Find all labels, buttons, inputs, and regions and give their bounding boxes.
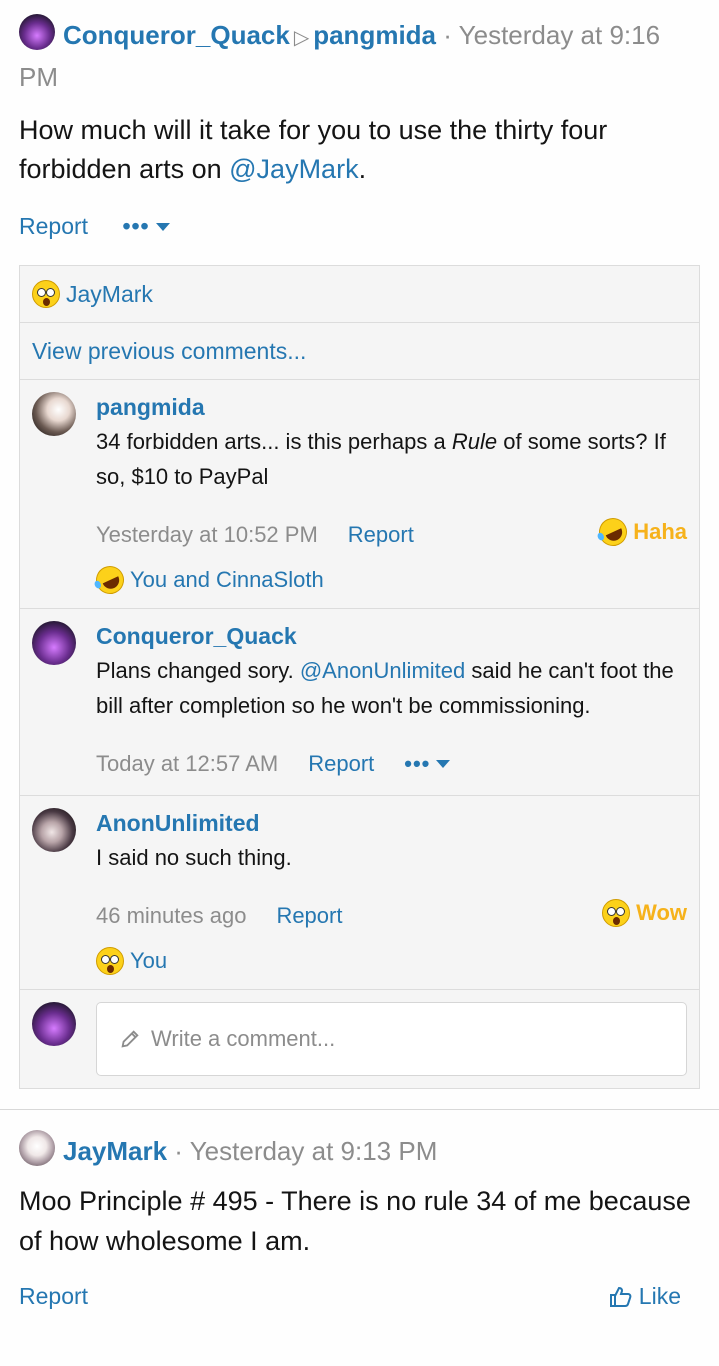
- avatar[interactable]: [32, 392, 76, 436]
- comment-footer: Today at 12:57 AM Report •••: [96, 747, 687, 781]
- more-dots-icon: •••: [122, 213, 150, 239]
- reacted-by-link[interactable]: You: [130, 948, 167, 974]
- post-body: Moo Principle # 495 - There is no rule 3…: [19, 1186, 691, 1256]
- pencil-icon: [121, 1030, 139, 1048]
- comment-text: 34 forbidden arts... is this perhaps a R…: [96, 424, 687, 494]
- more-dots-icon: •••: [404, 751, 431, 776]
- post-conqueror-quack: Conqueror_Quack ▷ pangmida · Yesterday at …: [0, 0, 719, 249]
- post-actions: Report •••: [19, 213, 700, 249]
- wow-reaction-button[interactable]: Wow: [602, 899, 687, 927]
- avatar[interactable]: [19, 14, 55, 50]
- post-body-suffix: .: [358, 154, 367, 184]
- haha-emoji-icon: [594, 513, 632, 551]
- comment-text-part: Plans changed sory.: [96, 658, 300, 683]
- report-link[interactable]: Report: [19, 1283, 88, 1309]
- write-comment-placeholder: Write a comment...: [151, 1026, 336, 1051]
- comment-text-emphasis: Rule: [451, 429, 498, 454]
- post-recipient-link[interactable]: pangmida: [313, 20, 436, 50]
- report-link[interactable]: Report: [348, 522, 414, 548]
- post-header: JayMark · Yesterday at 9:13 PM: [19, 1110, 700, 1171]
- like-button[interactable]: Like: [609, 1283, 681, 1310]
- reaction-summary-link[interactable]: JayMark: [66, 281, 153, 308]
- reaction-summary[interactable]: JayMark: [20, 266, 699, 323]
- arrow-right-icon: ▷: [293, 27, 310, 49]
- comment-author-link[interactable]: AnonUnlimited: [96, 806, 687, 840]
- comment-footer: Yesterday at 10:52 PM Report Haha: [96, 513, 687, 552]
- post-timestamp[interactable]: Yesterday at 9:13 PM: [190, 1136, 438, 1166]
- comment-time[interactable]: Today at 12:57 AM: [96, 751, 278, 777]
- like-label: Like: [638, 1283, 681, 1309]
- wow-emoji-icon: [602, 899, 631, 927]
- comment-text-part: 34 forbidden arts... is this perhaps a: [96, 429, 452, 454]
- mention-link[interactable]: @AnonUnlimited: [300, 658, 465, 683]
- post-author-link[interactable]: JayMark: [63, 1136, 167, 1166]
- wow-emoji-icon: [96, 947, 124, 975]
- comment-time[interactable]: Yesterday at 10:52 PM: [96, 522, 318, 548]
- avatar[interactable]: [32, 808, 76, 852]
- write-comment-input[interactable]: Write a comment...: [96, 1002, 687, 1076]
- post-header: Conqueror_Quack ▷ pangmida · Yesterday at …: [19, 0, 700, 97]
- avatar: [32, 1002, 76, 1046]
- comment-text: Plans changed sory. @AnonUnlimited said …: [96, 653, 687, 723]
- reacted-by-link[interactable]: You and CinnaSloth: [130, 567, 324, 593]
- view-previous-comments[interactable]: View previous comments...: [20, 323, 699, 380]
- comment-text: I said no such thing.: [96, 845, 292, 870]
- comment-reactions[interactable]: You: [96, 947, 687, 975]
- more-options-button[interactable]: •••: [122, 213, 170, 239]
- reaction-label: Haha: [633, 519, 687, 544]
- separator-dot: ·: [436, 20, 459, 50]
- report-link[interactable]: Report: [276, 903, 342, 929]
- wow-emoji-icon: [32, 280, 60, 308]
- haha-reaction-button[interactable]: Haha: [594, 513, 687, 551]
- comment-footer: 46 minutes ago Report Wow: [96, 899, 687, 933]
- post-actions: Report Like: [19, 1283, 700, 1319]
- comment-item: Conqueror_Quack Plans changed sory. @Ano…: [20, 609, 699, 796]
- comment-reactions[interactable]: You and CinnaSloth: [91, 561, 687, 599]
- comment-item: AnonUnlimited I said no such thing. 46 m…: [20, 796, 699, 990]
- post-jaymark: JayMark · Yesterday at 9:13 PM Moo Princ…: [0, 1110, 719, 1319]
- reaction-label: Wow: [636, 900, 687, 925]
- comments-panel: JayMark View previous comments... pangmi…: [19, 265, 700, 1089]
- haha-emoji-icon: [91, 561, 129, 599]
- avatar[interactable]: [19, 1130, 55, 1166]
- caret-down-icon: [436, 760, 451, 768]
- avatar[interactable]: [32, 621, 76, 665]
- caret-down-icon: [155, 223, 170, 231]
- thumbs-up-icon: [609, 1286, 632, 1307]
- view-previous-link[interactable]: View previous comments...: [32, 338, 306, 365]
- write-comment-row: Write a comment...: [20, 990, 699, 1088]
- post-author-link[interactable]: Conqueror_Quack: [63, 20, 290, 50]
- comment-time[interactable]: 46 minutes ago: [96, 903, 246, 929]
- comment-author-link[interactable]: Conqueror_Quack: [96, 619, 687, 653]
- report-link[interactable]: Report: [308, 751, 374, 777]
- separator-dot: ·: [167, 1136, 190, 1166]
- mention-link[interactable]: @JayMark: [229, 154, 358, 184]
- comment-item: pangmida 34 forbidden arts... is this pe…: [20, 380, 699, 609]
- more-options-button[interactable]: •••: [404, 751, 451, 777]
- report-link[interactable]: Report: [19, 213, 88, 239]
- comment-author-link[interactable]: pangmida: [96, 390, 687, 424]
- post-body: How much will it take for you to use the…: [19, 111, 700, 189]
